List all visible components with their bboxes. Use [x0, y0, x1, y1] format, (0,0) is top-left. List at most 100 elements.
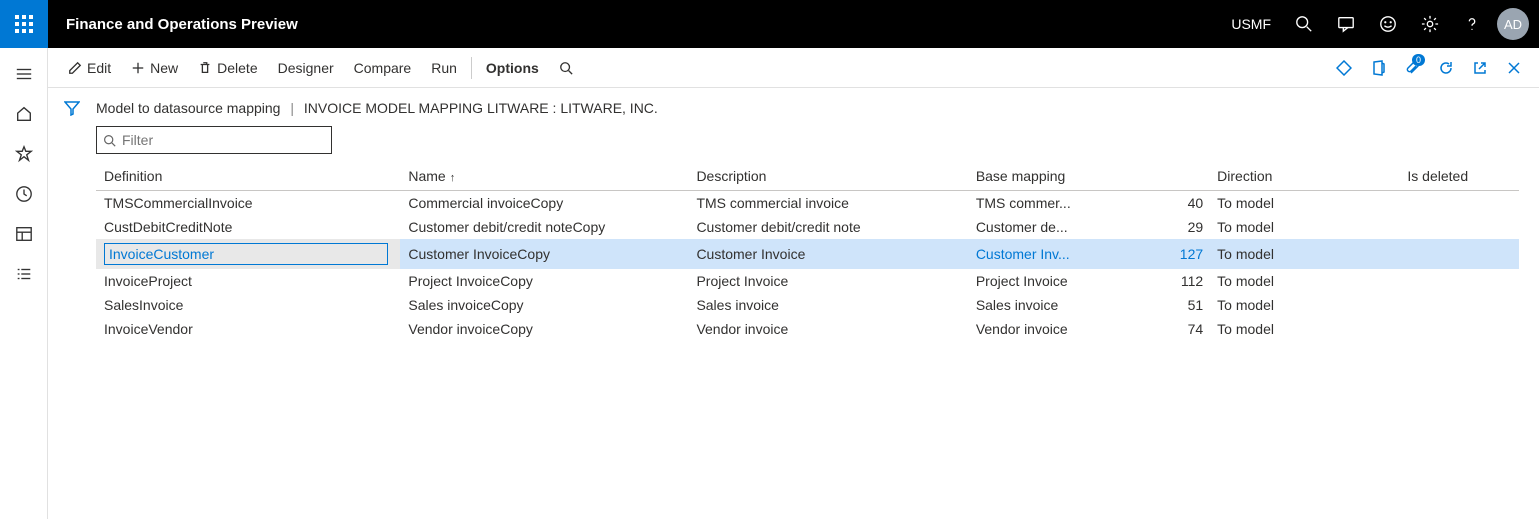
designer-button[interactable]: Designer [268, 48, 344, 88]
delete-button[interactable]: Delete [188, 48, 267, 88]
cell-description[interactable]: Customer debit/credit note [688, 215, 967, 239]
cell-description[interactable]: Customer Invoice [688, 239, 967, 269]
nav-favorites[interactable] [0, 134, 48, 174]
chat-icon [1337, 15, 1355, 33]
cell-name[interactable]: Vendor invoiceCopy [400, 317, 688, 341]
search-button[interactable] [1283, 0, 1325, 48]
cell-direction[interactable]: To model [1209, 269, 1399, 293]
col-description[interactable]: Description [688, 162, 967, 191]
cell-base-mapping-count[interactable]: 127 [1133, 239, 1209, 269]
nav-workspaces[interactable] [0, 214, 48, 254]
cell-direction[interactable]: To model [1209, 215, 1399, 239]
col-name[interactable]: Name↑ [400, 162, 688, 191]
cell-definition[interactable]: SalesInvoice [96, 293, 400, 317]
cell-name[interactable]: Project InvoiceCopy [400, 269, 688, 293]
edit-button[interactable]: Edit [58, 48, 121, 88]
cell-base-mapping[interactable]: Project Invoice [968, 269, 1133, 293]
popout-button[interactable] [1465, 48, 1495, 88]
cell-is-deleted[interactable] [1399, 269, 1519, 293]
settings-button[interactable] [1409, 0, 1451, 48]
table-row[interactable]: TMSCommercialInvoiceCommercial invoiceCo… [96, 191, 1519, 216]
company-selector[interactable]: USMF [1219, 16, 1283, 32]
cell-is-deleted[interactable] [1399, 239, 1519, 269]
cell-name[interactable]: Sales invoiceCopy [400, 293, 688, 317]
feedback-button[interactable] [1367, 0, 1409, 48]
edit-label: Edit [87, 60, 111, 76]
col-direction[interactable]: Direction [1209, 162, 1399, 191]
new-button[interactable]: New [121, 48, 188, 88]
left-nav [0, 48, 48, 519]
search-icon [1295, 15, 1313, 33]
cell-name[interactable]: Commercial invoiceCopy [400, 191, 688, 216]
help-icon [1463, 15, 1481, 33]
cell-is-deleted[interactable] [1399, 191, 1519, 216]
cell-direction[interactable]: To model [1209, 293, 1399, 317]
cell-description[interactable]: Vendor invoice [688, 317, 967, 341]
cell-description[interactable]: Sales invoice [688, 293, 967, 317]
workspace-icon [15, 225, 33, 243]
cell-direction[interactable]: To model [1209, 239, 1399, 269]
grid-filter-box[interactable] [96, 126, 332, 154]
command-bar: Edit New Delete Designer Compare Run Opt… [48, 48, 1539, 88]
nav-hamburger[interactable] [0, 54, 48, 94]
col-base-mapping[interactable]: Base mapping [968, 162, 1209, 191]
help-button[interactable] [1451, 0, 1493, 48]
cell-definition[interactable]: InvoiceProject [96, 269, 400, 293]
cell-base-mapping[interactable]: TMS commer... [968, 191, 1133, 216]
grid-filter-input[interactable] [122, 132, 325, 148]
find-button[interactable] [549, 48, 583, 88]
modules-icon [15, 265, 33, 283]
cell-is-deleted[interactable] [1399, 293, 1519, 317]
hamburger-icon [15, 65, 33, 83]
cell-name[interactable]: Customer debit/credit noteCopy [400, 215, 688, 239]
nav-modules[interactable] [0, 254, 48, 294]
breadcrumb: Model to datasource mapping | INVOICE MO… [96, 100, 1519, 116]
options-button[interactable]: Options [476, 48, 549, 88]
plus-icon [131, 61, 145, 75]
table-row[interactable]: InvoiceCustomerCustomer InvoiceCopyCusto… [96, 239, 1519, 269]
office-button[interactable] [1363, 48, 1393, 88]
cell-definition[interactable]: CustDebitCreditNote [96, 215, 400, 239]
table-row[interactable]: CustDebitCreditNoteCustomer debit/credit… [96, 215, 1519, 239]
breadcrumb-root[interactable]: Model to datasource mapping [96, 100, 280, 116]
cell-is-deleted[interactable] [1399, 215, 1519, 239]
table-row[interactable]: InvoiceProjectProject InvoiceCopyProject… [96, 269, 1519, 293]
power-apps-button[interactable] [1329, 48, 1359, 88]
cell-base-mapping-count[interactable]: 40 [1133, 191, 1209, 216]
filter-pane-toggle[interactable] [48, 88, 96, 519]
close-button[interactable] [1499, 48, 1529, 88]
cell-description[interactable]: Project Invoice [688, 269, 967, 293]
cell-base-mapping-count[interactable]: 51 [1133, 293, 1209, 317]
cell-direction[interactable]: To model [1209, 191, 1399, 216]
table-row[interactable]: InvoiceVendorVendor invoiceCopyVendor in… [96, 317, 1519, 341]
popout-icon [1472, 60, 1488, 76]
nav-home[interactable] [0, 94, 48, 134]
attachments-button[interactable]: 0 [1397, 48, 1427, 88]
user-avatar[interactable]: AD [1497, 8, 1529, 40]
col-definition[interactable]: Definition [96, 162, 400, 191]
messages-button[interactable] [1325, 0, 1367, 48]
cell-base-mapping-count[interactable]: 112 [1133, 269, 1209, 293]
nav-recent[interactable] [0, 174, 48, 214]
cell-base-mapping-count[interactable]: 74 [1133, 317, 1209, 341]
cell-base-mapping[interactable]: Vendor invoice [968, 317, 1133, 341]
cell-is-deleted[interactable] [1399, 317, 1519, 341]
compare-button[interactable]: Compare [344, 48, 422, 88]
table-row[interactable]: SalesInvoiceSales invoiceCopySales invoi… [96, 293, 1519, 317]
breadcrumb-separator: | [284, 100, 300, 116]
run-button[interactable]: Run [421, 48, 467, 88]
cell-base-mapping[interactable]: Sales invoice [968, 293, 1133, 317]
cell-direction[interactable]: To model [1209, 317, 1399, 341]
cell-base-mapping[interactable]: Customer de... [968, 215, 1133, 239]
refresh-button[interactable] [1431, 48, 1461, 88]
trash-icon [198, 61, 212, 75]
cell-description[interactable]: TMS commercial invoice [688, 191, 967, 216]
app-launcher-button[interactable] [0, 0, 48, 48]
cell-base-mapping-count[interactable]: 29 [1133, 215, 1209, 239]
cell-base-mapping[interactable]: Customer Inv... [968, 239, 1133, 269]
cell-name[interactable]: Customer InvoiceCopy [400, 239, 688, 269]
cell-definition[interactable]: TMSCommercialInvoice [96, 191, 400, 216]
cell-definition[interactable]: InvoiceVendor [96, 317, 400, 341]
cell-definition[interactable]: InvoiceCustomer [96, 239, 400, 269]
col-is-deleted[interactable]: Is deleted [1399, 162, 1519, 191]
